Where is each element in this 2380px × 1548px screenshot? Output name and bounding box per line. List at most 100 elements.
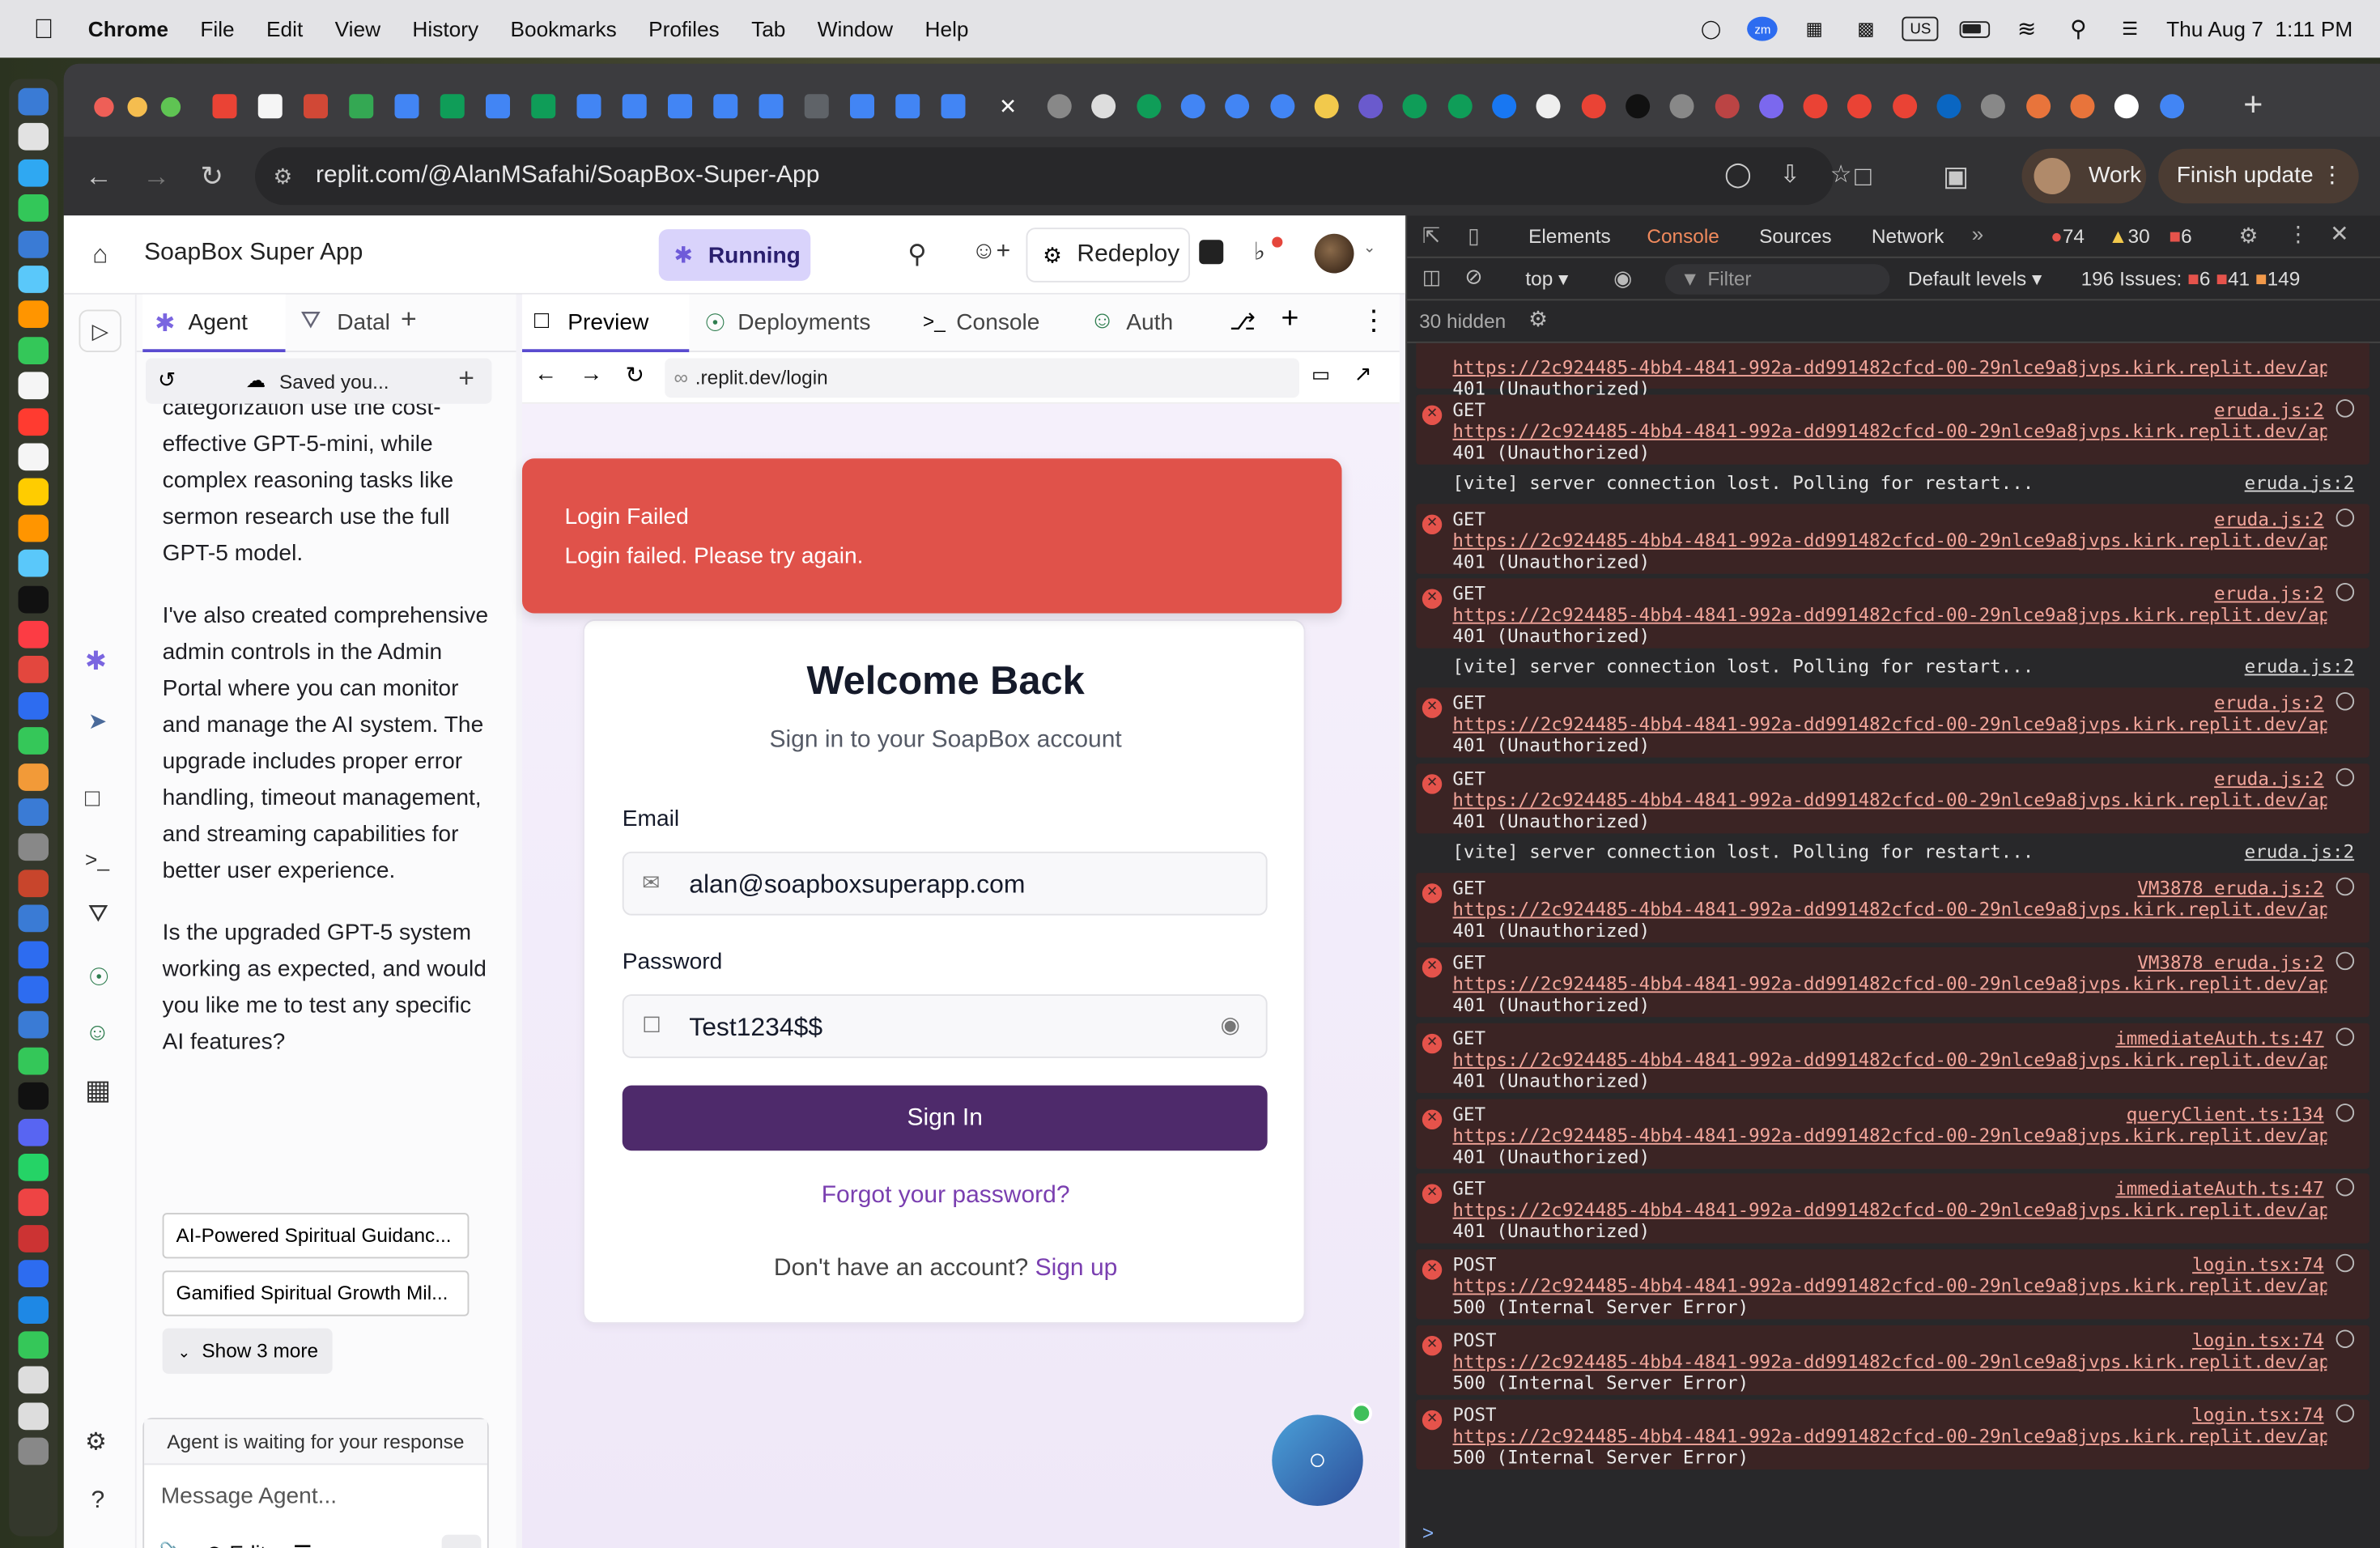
sign-up-link[interactable]: Sign up bbox=[1035, 1256, 1118, 1282]
dock-app-icon[interactable] bbox=[18, 763, 49, 791]
dock-app-icon[interactable] bbox=[18, 372, 49, 400]
devices-icon[interactable]: ▭ bbox=[1311, 363, 1330, 387]
redeploy-button[interactable]: ⚙ Redeploy bbox=[1026, 228, 1190, 283]
source-link[interactable]: eruda.js:2 bbox=[2245, 656, 2354, 677]
console-error-row[interactable]: ✕ GET queryClient.ts:134 https://2c924485-4… bbox=[1416, 1098, 2369, 1168]
new-chat-icon[interactable]: + bbox=[458, 363, 474, 394]
network-globe-icon[interactable] bbox=[2335, 1253, 2355, 1273]
deployments-tool-icon[interactable]: ☉ bbox=[88, 963, 110, 993]
tab-favicon[interactable] bbox=[1180, 94, 1205, 119]
address-bar[interactable]: ⚙ replit.com/@AlanMSafahi/SoapBox-Super-… bbox=[255, 147, 1852, 206]
preview-reload-icon[interactable]: ↻ bbox=[626, 361, 645, 389]
network-globe-icon[interactable] bbox=[2335, 399, 2355, 418]
tab-favicon[interactable] bbox=[668, 94, 692, 119]
install-app-icon[interactable]: ⇩ bbox=[1780, 147, 1800, 205]
tab-favicon[interactable] bbox=[1981, 94, 2006, 119]
menu-window[interactable]: Window bbox=[818, 17, 893, 41]
request-method[interactable]: GET bbox=[1452, 1179, 1485, 1200]
source-link[interactable]: eruda.js:2 bbox=[2214, 399, 2323, 420]
dock-app-icon[interactable] bbox=[18, 1224, 49, 1252]
copy-icon[interactable] bbox=[1199, 240, 1224, 265]
dock-app-icon[interactable] bbox=[18, 194, 49, 223]
wifi-icon[interactable]: ≋ bbox=[2012, 17, 2042, 43]
context-select[interactable]: top ▾ bbox=[1525, 267, 1568, 291]
invite-user-icon[interactable]: ☺+ bbox=[971, 238, 1010, 266]
tab-favicon[interactable] bbox=[1492, 94, 1517, 119]
tab-favicon[interactable] bbox=[1269, 94, 1294, 119]
minimize-window-button[interactable] bbox=[127, 97, 147, 117]
dock-app-icon[interactable] bbox=[18, 940, 49, 968]
search-icon[interactable]: ⚲ bbox=[907, 240, 926, 270]
add-tab-icon[interactable]: + bbox=[401, 304, 417, 335]
menu-edit[interactable]: Edit bbox=[266, 17, 303, 41]
close-tab-icon[interactable]: ✕ bbox=[996, 94, 1020, 118]
dock-app-icon[interactable] bbox=[18, 514, 49, 542]
network-globe-icon[interactable] bbox=[2335, 876, 2355, 895]
request-method[interactable]: GET bbox=[1452, 1103, 1485, 1124]
spotlight-search-icon[interactable]: ⚲ bbox=[2063, 17, 2094, 43]
tab-favicon[interactable] bbox=[713, 94, 738, 119]
tab-favicon[interactable] bbox=[2070, 94, 2095, 119]
devtools-tab-console[interactable]: Console bbox=[1647, 225, 1719, 248]
tab-favicon[interactable] bbox=[1625, 94, 1650, 119]
request-url[interactable]: https://2c924485-4bb4-4841-992a-dd991482… bbox=[1452, 1048, 2327, 1070]
tab-favicon[interactable] bbox=[486, 94, 510, 119]
tab-favicon[interactable] bbox=[1892, 94, 1917, 119]
settings-sliders-icon[interactable]: ☰ bbox=[293, 1541, 312, 1548]
tab-auth[interactable]: ☺ Auth bbox=[1087, 295, 1224, 352]
more-tabs-icon[interactable]: » bbox=[1972, 222, 1984, 246]
menu-file[interactable]: File bbox=[200, 17, 234, 41]
request-method[interactable]: GET bbox=[1452, 952, 1485, 973]
dock-app-icon[interactable] bbox=[18, 1402, 49, 1430]
tab-favicon[interactable] bbox=[2025, 94, 2051, 119]
forgot-password-link[interactable]: Forgot your password? bbox=[584, 1183, 1307, 1210]
dock-app-icon[interactable] bbox=[18, 1437, 49, 1465]
new-tab-button[interactable]: + bbox=[2243, 85, 2263, 125]
devtools-tab-sources[interactable]: Sources bbox=[1759, 225, 1831, 248]
forward-icon[interactable]: → bbox=[142, 161, 170, 192]
tab-preview[interactable]: □ Preview bbox=[522, 294, 690, 352]
request-url[interactable]: https://2c924485-4bb4-4841-992a-dd991482… bbox=[1452, 789, 2327, 810]
menu-view[interactable]: View bbox=[335, 17, 380, 41]
source-link[interactable]: eruda.js:2 bbox=[2214, 508, 2323, 529]
dock-app-icon[interactable] bbox=[18, 976, 49, 1004]
user-avatar[interactable] bbox=[1314, 233, 1354, 274]
request-method[interactable]: GET bbox=[1452, 584, 1485, 605]
tab-deployments[interactable]: ☉ Deployments bbox=[701, 295, 904, 352]
preview-forward-icon[interactable]: → bbox=[580, 361, 602, 387]
agent-tool-icon[interactable]: ✱ bbox=[85, 647, 107, 678]
request-method[interactable]: POST bbox=[1452, 1405, 1496, 1426]
dock-app-icon[interactable] bbox=[18, 656, 49, 684]
devtools-settings-icon[interactable]: ⚙ bbox=[2239, 223, 2259, 249]
menu-tab[interactable]: Tab bbox=[751, 17, 785, 41]
suggestion-chip[interactable]: Gamified Spiritual Growth Mil... bbox=[162, 1270, 470, 1316]
tab-favicon[interactable] bbox=[2159, 94, 2184, 119]
dock-app-icon[interactable] bbox=[18, 585, 49, 613]
all-tools-icon[interactable]: ▦ bbox=[85, 1075, 111, 1107]
dock-app-icon[interactable] bbox=[18, 443, 49, 471]
preview-back-icon[interactable]: ← bbox=[534, 361, 557, 387]
preview-tool-icon[interactable]: □ bbox=[85, 786, 100, 814]
back-icon[interactable]: ← bbox=[85, 161, 113, 192]
source-link[interactable]: login.tsx:74 bbox=[2192, 1329, 2324, 1350]
dock-app-icon[interactable] bbox=[18, 620, 49, 649]
tab-favicon[interactable] bbox=[1403, 94, 1428, 119]
tab-search-icon[interactable]: ▣ bbox=[1943, 161, 1969, 192]
shell-tool-icon[interactable]: >_ bbox=[85, 847, 109, 871]
zoom-window-button[interactable] bbox=[160, 97, 181, 117]
assistant-tool-icon[interactable]: ➤ bbox=[88, 708, 108, 735]
request-url[interactable]: https://2c924485-4bb4-4841-992a-dd991482… bbox=[1452, 420, 2327, 441]
request-url[interactable]: https://2c924485-4bb4-4841-992a-dd991482… bbox=[1452, 898, 2327, 919]
menu-help[interactable]: Help bbox=[925, 17, 969, 41]
tab-favicon[interactable] bbox=[622, 94, 647, 119]
message-input[interactable]: Message Agent... bbox=[161, 1483, 337, 1509]
tab-favicon[interactable] bbox=[440, 94, 465, 119]
finish-update-button[interactable]: Finish update ⋮ bbox=[2158, 148, 2359, 204]
dock-app-icon[interactable] bbox=[18, 300, 49, 329]
apple-icon[interactable]:  bbox=[33, 15, 61, 43]
source-link[interactable]: login.tsx:74 bbox=[2192, 1254, 2324, 1275]
pane-menu-icon[interactable]: ⋮ bbox=[1360, 305, 1388, 337]
source-link[interactable]: eruda.js:2 bbox=[2214, 584, 2323, 605]
tab-favicon[interactable] bbox=[804, 94, 829, 119]
password-field[interactable]: ☐ Test1234$$ ◉ bbox=[622, 994, 1268, 1058]
